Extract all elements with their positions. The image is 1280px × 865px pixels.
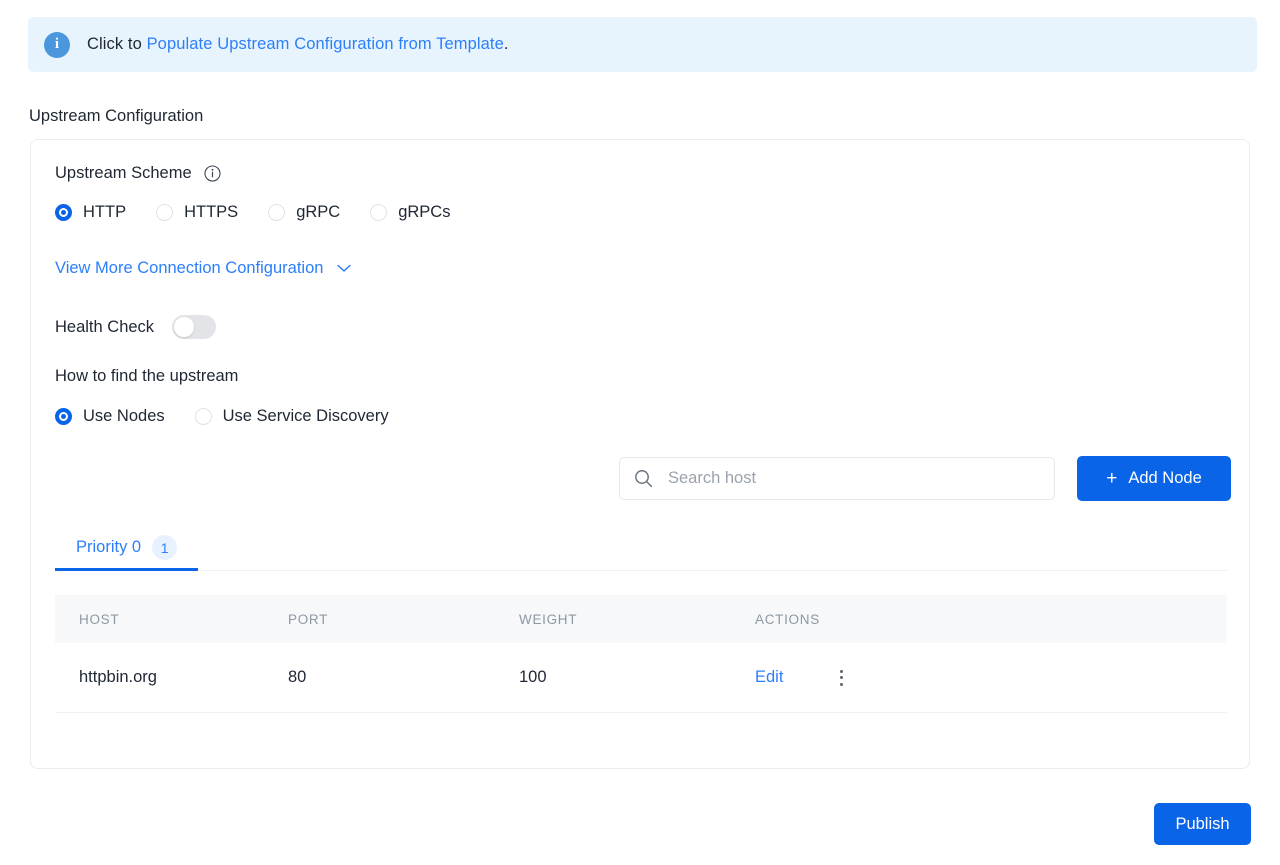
table-header-row: HOST PORT WEIGHT ACTIONS — [55, 595, 1227, 643]
radio-option-grpcs[interactable]: gRPCs — [370, 203, 450, 222]
radio-label: HTTP — [83, 203, 127, 221]
view-more-label: View More Connection Configuration — [55, 259, 324, 277]
upstream-scheme-radio-group: HTTP HTTPS gRPC gRPCs — [55, 203, 450, 222]
health-check-label: Health Check — [55, 317, 155, 336]
cell-weight: 100 — [519, 668, 547, 686]
radio-mark — [268, 204, 286, 221]
column-header-port: PORT — [288, 611, 329, 627]
nodes-table: HOST PORT WEIGHT ACTIONS httpbin.org 80 … — [55, 595, 1227, 713]
info-outline-icon[interactable] — [204, 165, 221, 182]
radio-option-use-service-discovery[interactable]: Use Service Discovery — [194, 407, 389, 426]
alert-prefix: Click to — [87, 35, 147, 53]
publish-button[interactable]: Publish — [1154, 803, 1251, 845]
radio-option-use-nodes[interactable]: Use Nodes — [55, 407, 165, 426]
alert-message: Click to Populate Upstream Configuration… — [87, 35, 509, 54]
upstream-scheme-field: Upstream Scheme — [55, 164, 221, 183]
radio-option-grpc[interactable]: gRPC — [268, 203, 340, 222]
radio-label: HTTPS — [184, 203, 239, 221]
radio-option-https[interactable]: HTTPS — [156, 203, 238, 222]
radio-mark — [156, 204, 174, 221]
column-header-actions: ACTIONS — [755, 611, 820, 627]
find-upstream-label: How to find the upstream — [55, 367, 239, 385]
populate-from-template-link[interactable]: Populate Upstream Configuration from Tem… — [147, 35, 504, 53]
radio-mark — [55, 408, 72, 425]
add-node-button[interactable]: + Add Node — [1077, 456, 1231, 501]
column-header-host: HOST — [79, 611, 120, 627]
find-upstream-radio-group: Use Nodes Use Service Discovery — [55, 407, 389, 426]
toggle-knob — [174, 317, 195, 337]
edit-node-link[interactable]: Edit — [755, 668, 783, 687]
template-alert-banner: i Click to Populate Upstream Configurati… — [28, 17, 1257, 72]
radio-mark — [370, 204, 388, 221]
radio-mark — [194, 408, 212, 425]
plus-icon: + — [1106, 468, 1118, 489]
dot — [839, 682, 843, 686]
page-title: Upstream Configuration — [29, 107, 204, 125]
radio-label: Use Service Discovery — [222, 407, 389, 425]
radio-mark — [55, 204, 72, 221]
health-check-toggle[interactable] — [172, 315, 217, 339]
dot — [839, 676, 843, 679]
radio-label: gRPCs — [398, 203, 451, 221]
health-check-field: Health Check — [55, 315, 217, 339]
tab-count-badge: 1 — [152, 535, 178, 560]
upstream-configuration-page: i Click to Populate Upstream Configurati… — [0, 0, 1280, 865]
vertical-dots-icon[interactable] — [831, 667, 851, 689]
upstream-scheme-label: Upstream Scheme — [55, 164, 192, 182]
chevron-down-icon — [337, 264, 352, 273]
table-row: httpbin.org 80 100 Edit — [55, 643, 1227, 713]
tab-label: Priority 0 — [76, 538, 142, 556]
view-more-connection-configuration-link[interactable]: View More Connection Configuration — [55, 259, 352, 278]
column-header-weight: WEIGHT — [519, 611, 578, 627]
search-host-box[interactable] — [619, 457, 1055, 500]
radio-label: Use Nodes — [83, 407, 165, 425]
search-icon — [634, 469, 653, 488]
search-input[interactable] — [666, 468, 1040, 489]
cell-host: httpbin.org — [79, 668, 157, 686]
cell-port: 80 — [288, 668, 307, 686]
radio-option-http[interactable]: HTTP — [55, 203, 126, 222]
dot — [839, 669, 843, 673]
info-circle-icon: i — [44, 31, 70, 58]
tab-priority-0[interactable]: Priority 0 1 — [55, 525, 199, 571]
alert-suffix: . — [503, 35, 509, 53]
radio-label: gRPC — [296, 203, 341, 221]
add-node-label: Add Node — [1128, 469, 1202, 487]
priority-tabs: Priority 0 1 — [55, 525, 1227, 571]
cell-actions: Edit — [755, 667, 1227, 689]
upstream-configuration-card: Upstream Scheme HTTP HTTPS gRPC gRPCs Vi… — [30, 139, 1250, 769]
